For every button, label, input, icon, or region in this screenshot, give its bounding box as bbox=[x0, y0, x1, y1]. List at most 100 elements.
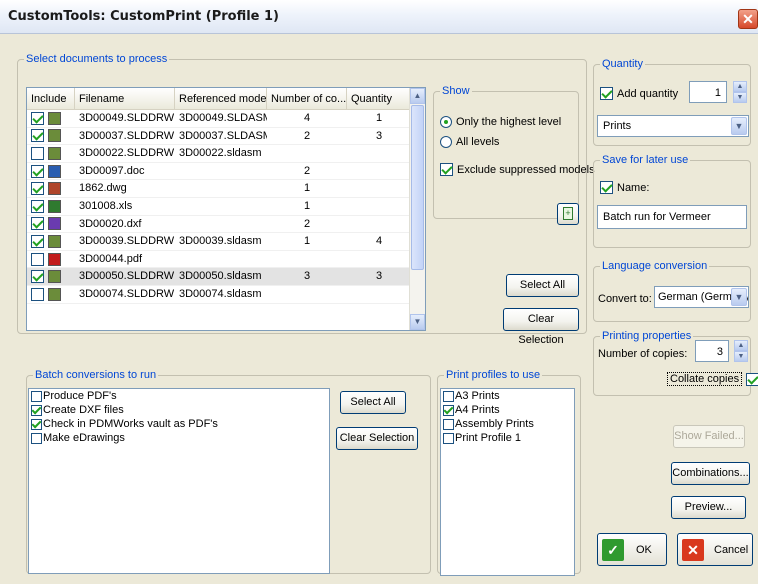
chevron-down-icon[interactable]: ▼ bbox=[731, 117, 747, 135]
combinations-button[interactable]: Combinations... bbox=[671, 462, 750, 485]
profiles-group-label: Print profiles to use bbox=[444, 369, 543, 381]
table-row[interactable]: 301008.xls 1 bbox=[27, 198, 411, 216]
batch-conversion-checkbox[interactable] bbox=[31, 404, 42, 416]
save-name-input[interactable]: Batch run for Vermeer bbox=[597, 205, 747, 229]
batch-conversion-item[interactable]: Check in PDMWorks vault as PDF's bbox=[29, 417, 329, 431]
col-number-of-copies[interactable]: Number of co... bbox=[267, 88, 347, 110]
include-checkbox[interactable] bbox=[31, 217, 44, 231]
print-profile-checkbox[interactable] bbox=[443, 404, 454, 416]
table-row[interactable]: 3D00039.SLDDRW 3D00039.sldasm 1 4 bbox=[27, 233, 411, 251]
save-name-option[interactable]: Name: bbox=[600, 181, 649, 194]
include-checkbox[interactable] bbox=[31, 164, 44, 178]
table-row[interactable]: 3D00044.pdf bbox=[27, 251, 411, 269]
save-name-checkbox[interactable] bbox=[600, 181, 613, 194]
batch-conversion-item[interactable]: Make eDrawings bbox=[29, 431, 329, 445]
radio-all-levels[interactable]: All levels bbox=[440, 136, 499, 148]
batch-conversions-list[interactable]: Produce PDF's Create DXF files Check in PD… bbox=[28, 388, 330, 574]
table-row[interactable]: 3D00049.SLDDRW 3D00049.SLDASM 4 1 bbox=[27, 110, 411, 128]
add-quantity-checkbox[interactable] bbox=[600, 87, 613, 100]
copies-input[interactable]: 3 bbox=[695, 340, 729, 362]
batch-conversion-checkbox[interactable] bbox=[31, 418, 42, 430]
batch-conversion-item[interactable]: Create DXF files bbox=[29, 403, 329, 417]
quantity-unit-select[interactable]: Prints ▼ bbox=[597, 115, 749, 137]
table-row[interactable]: 3D00074.SLDDRW 3D00074.sldasm bbox=[27, 286, 411, 304]
ok-button[interactable]: ✓ OK bbox=[597, 533, 667, 566]
table-row[interactable]: 3D00097.doc 2 bbox=[27, 163, 411, 181]
col-filename[interactable]: Filename bbox=[75, 88, 175, 110]
batch-select-all-button[interactable]: Select All bbox=[340, 391, 406, 414]
show-clear-selection-button[interactable]: Clear Selection bbox=[503, 308, 579, 346]
model-cell bbox=[175, 216, 267, 233]
cancel-button[interactable]: ✕ Cancel bbox=[677, 533, 753, 566]
print-profiles-list[interactable]: A3 Prints A4 Prints Assembly Prints Print P… bbox=[440, 388, 575, 576]
batch-clear-selection-button[interactable]: Clear Selection bbox=[336, 427, 418, 450]
stepper-up-icon[interactable]: ▲ bbox=[734, 340, 748, 351]
chevron-down-icon[interactable]: ▼ bbox=[731, 288, 747, 306]
table-row[interactable]: 3D00022.SLDDRW 3D00022.sldasm bbox=[27, 145, 411, 163]
col-include[interactable]: Include bbox=[27, 88, 75, 110]
stepper-down-icon[interactable]: ▼ bbox=[734, 351, 748, 362]
print-profile-item[interactable]: Assembly Prints bbox=[441, 417, 574, 431]
include-checkbox[interactable] bbox=[31, 199, 44, 213]
scroll-up-icon[interactable]: ▲ bbox=[410, 88, 425, 104]
radio-highest-level[interactable]: Only the highest level bbox=[440, 116, 561, 128]
count-cell: 1 bbox=[303, 182, 311, 195]
collate-checkbox[interactable] bbox=[746, 372, 758, 386]
include-cell bbox=[27, 145, 75, 162]
exclude-suppressed-checkbox[interactable] bbox=[440, 163, 453, 176]
scroll-down-icon[interactable]: ▼ bbox=[410, 314, 425, 330]
batch-conversion-checkbox[interactable] bbox=[31, 390, 42, 402]
print-profile-checkbox[interactable] bbox=[443, 432, 454, 444]
exclude-suppressed-option[interactable]: Exclude suppressed models bbox=[440, 163, 595, 176]
print-profile-checkbox[interactable] bbox=[443, 418, 454, 430]
radio-highest-level-button[interactable] bbox=[440, 116, 452, 128]
print-profile-item[interactable]: A3 Prints bbox=[441, 389, 574, 403]
count-cell bbox=[267, 251, 347, 268]
model-cell bbox=[175, 163, 267, 180]
batch-conversion-checkbox[interactable] bbox=[31, 432, 42, 444]
quantity-cell bbox=[347, 286, 411, 303]
pdf-icon bbox=[48, 252, 61, 266]
print-profile-item[interactable]: A4 Prints bbox=[441, 403, 574, 417]
batch-conversion-label: Check in PDMWorks vault as PDF's bbox=[43, 418, 218, 430]
table-scrollbar[interactable]: ▲ ▼ bbox=[409, 88, 425, 330]
include-checkbox[interactable] bbox=[31, 129, 44, 143]
radio-all-levels-button[interactable] bbox=[440, 136, 452, 148]
print-profile-item[interactable]: Print Profile 1 bbox=[441, 431, 574, 445]
model-cell bbox=[175, 251, 267, 268]
include-checkbox[interactable] bbox=[31, 287, 44, 301]
preview-button[interactable]: Preview... bbox=[671, 496, 746, 519]
print-profile-checkbox[interactable] bbox=[443, 390, 454, 402]
table-row[interactable]: 1862.dwg 1 bbox=[27, 180, 411, 198]
quantity-input[interactable]: 1 bbox=[689, 81, 727, 103]
stepper-down-icon[interactable]: ▼ bbox=[733, 92, 747, 103]
col-quantity[interactable]: Quantity bbox=[347, 88, 411, 110]
scroll-thumb[interactable] bbox=[411, 105, 424, 270]
new-document-button[interactable]: + bbox=[557, 203, 579, 225]
documents-table[interactable]: Include Filename Referenced model Number… bbox=[26, 87, 426, 331]
stepper-up-icon[interactable]: ▲ bbox=[733, 81, 747, 92]
model-cell: 3D00049.SLDASM bbox=[179, 112, 267, 124]
include-checkbox[interactable] bbox=[31, 270, 44, 284]
include-checkbox[interactable] bbox=[31, 182, 44, 196]
close-button[interactable]: ✕ bbox=[738, 9, 758, 29]
include-checkbox[interactable] bbox=[31, 111, 44, 125]
show-select-all-button[interactable]: Select All bbox=[506, 274, 579, 297]
table-row[interactable]: 3D00050.SLDDRW 3D00050.sldasm 3 3 bbox=[27, 268, 411, 286]
table-row[interactable]: 3D00020.dxf 2 bbox=[27, 216, 411, 234]
collate-option[interactable]: Collate copies bbox=[667, 372, 758, 386]
quantity-stepper[interactable]: ▲ ▼ bbox=[733, 81, 747, 103]
batch-conversion-item[interactable]: Produce PDF's bbox=[29, 389, 329, 403]
model-cell: 3D00022.sldasm bbox=[179, 147, 262, 160]
copies-stepper[interactable]: ▲ ▼ bbox=[734, 340, 748, 362]
col-referenced-model[interactable]: Referenced model bbox=[175, 88, 267, 110]
include-checkbox[interactable] bbox=[31, 146, 44, 160]
include-checkbox[interactable] bbox=[31, 252, 44, 266]
add-quantity-option[interactable]: Add quantity bbox=[600, 87, 678, 100]
show-failed-button[interactable]: Show Failed... bbox=[673, 425, 745, 448]
language-select[interactable]: German (Germany ▼ bbox=[654, 286, 749, 308]
ok-label: OK bbox=[636, 543, 652, 556]
filename-cell: 3D00022.SLDDRW bbox=[79, 147, 175, 160]
table-row[interactable]: 3D00037.SLDDRW 3D00037.SLDASM 2 3 bbox=[27, 128, 411, 146]
include-checkbox[interactable] bbox=[31, 234, 44, 248]
